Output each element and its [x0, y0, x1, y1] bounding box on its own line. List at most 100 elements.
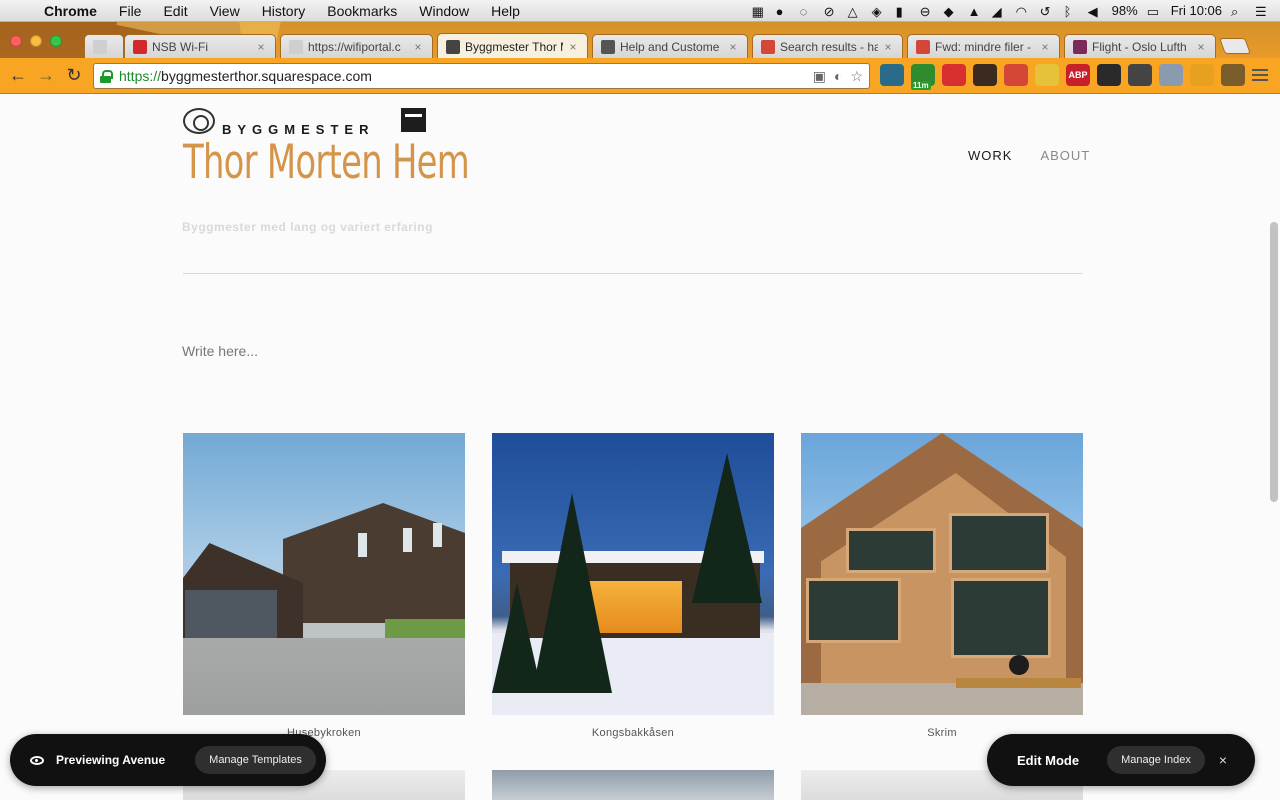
new-tab-button[interactable] [1219, 38, 1251, 54]
zoom-window-button[interactable] [50, 35, 62, 47]
time-machine-icon[interactable]: ↺ [1040, 4, 1055, 19]
burst-icon[interactable] [942, 64, 966, 86]
project-tile[interactable]: Husebykroken [183, 433, 465, 739]
notification-bell-icon[interactable]: ◢ [992, 4, 1007, 19]
project-tile[interactable]: Skrim [801, 433, 1083, 739]
grid-status-icon[interactable]: ▦ [752, 4, 767, 19]
circle-status-icon[interactable]: ● [776, 4, 791, 19]
tab-favicon-icon [289, 39, 303, 54]
bookmark-status-icon[interactable]: ▮ [896, 4, 911, 19]
close-window-button[interactable] [10, 35, 22, 47]
battery-icon[interactable]: ▭ [1147, 4, 1162, 19]
menu-help[interactable]: Help [480, 0, 531, 22]
window [806, 578, 901, 643]
bluetooth-icon[interactable]: ᛒ [1064, 4, 1079, 19]
close-icon[interactable]: × [1219, 752, 1227, 768]
tab-close-icon[interactable]: × [1195, 40, 1207, 54]
manage-index-button[interactable]: Manage Index [1107, 746, 1205, 774]
tab-favicon-icon [1073, 39, 1087, 54]
address-bar[interactable]: https:// byggmesterthor.squarespace.com … [93, 63, 870, 89]
project-tile[interactable] [492, 770, 774, 800]
browser-tab[interactable]: NSB Wi-Fi × [124, 34, 276, 58]
compass-status-icon[interactable]: ⊘ [824, 4, 839, 19]
tab-close-icon[interactable]: × [882, 40, 894, 54]
extensions-area: 11m ABP [880, 64, 1245, 90]
page-action-icon[interactable]: ▣ [813, 68, 826, 85]
project-thumbnail[interactable] [492, 770, 774, 800]
minimize-window-button[interactable] [30, 35, 42, 47]
lightbulb-icon[interactable]: ◐ [834, 68, 842, 85]
preview-label: Previewing Avenue [56, 753, 166, 767]
adblock-plus-icon[interactable]: ABP [1066, 64, 1090, 86]
volume-icon[interactable]: ◀ [1088, 4, 1103, 19]
tab-close-icon[interactable]: × [1039, 40, 1051, 54]
ghost-icon[interactable] [1159, 64, 1183, 86]
project-thumbnail[interactable] [492, 433, 774, 715]
browser-tab[interactable]: Flight - Oslo Lufth × [1064, 34, 1216, 58]
onepassword-icon[interactable] [880, 64, 904, 86]
dropbox-status-icon[interactable]: ◈ [872, 4, 887, 19]
project-tile[interactable]: Kongsbakkåsen [492, 433, 774, 739]
reload-button[interactable]: ↻ [60, 62, 88, 90]
back-button[interactable]: ← [4, 62, 32, 90]
browser-tab[interactable]: Byggmester Thor M × [437, 33, 588, 58]
browser-tab[interactable]: Help and Custome × [592, 34, 748, 58]
feed-icon[interactable] [1190, 64, 1214, 86]
browser-toolbar: ← → ↻ https:// byggmesterthor.squarespac… [0, 58, 1280, 94]
menu-window[interactable]: Window [408, 0, 480, 22]
picnic-table [956, 678, 1081, 688]
clock[interactable]: Fri 10:06 [1171, 3, 1222, 18]
page-scrollbar[interactable] [1270, 222, 1278, 502]
browser-tab[interactable]: Fwd: mindre filer - × [907, 34, 1060, 58]
project-thumbnail[interactable] [183, 433, 465, 715]
sync-status-icon[interactable]: ◌ [800, 4, 815, 19]
notification-center-icon[interactable]: ☰ [1255, 4, 1270, 19]
intro-text-block[interactable]: Write here... [182, 343, 258, 359]
nav-work[interactable]: WORK [968, 148, 1012, 163]
browser-tab[interactable]: https://wifiportal.c × [280, 34, 433, 58]
site-logo[interactable]: BYGGMESTER Thor Morten Hem [183, 108, 470, 188]
forward-button[interactable]: → [32, 62, 60, 90]
tab-close-icon[interactable]: × [567, 40, 579, 54]
green-dot-icon[interactable] [1097, 64, 1121, 86]
browser-tab[interactable]: Search results - ha × [752, 34, 903, 58]
evernote-status-icon[interactable]: ◆ [944, 4, 959, 19]
menu-app-name[interactable]: Chrome [40, 0, 108, 22]
url-scheme: https:// [119, 68, 162, 84]
menu-file[interactable]: File [108, 0, 153, 22]
menu-history[interactable]: History [251, 0, 317, 22]
gmail-icon[interactable] [1004, 64, 1028, 86]
minus-circle-status-icon[interactable]: ⊖ [920, 4, 935, 19]
window [358, 533, 367, 557]
battery-percent[interactable]: 98% [1112, 3, 1138, 18]
project-caption[interactable]: Kongsbakkåsen [492, 727, 774, 739]
menu-view[interactable]: View [199, 0, 251, 22]
spotlight-search-icon[interactable]: ⌕ [1231, 4, 1246, 19]
secure-lock-icon[interactable] [100, 69, 113, 83]
evernote-icon[interactable] [1128, 64, 1152, 86]
macos-menubar: Chrome File Edit View History Bookmarks … [0, 0, 1280, 22]
nav-about[interactable]: ABOUT [1040, 148, 1090, 163]
drive-status-icon[interactable]: △ [848, 4, 863, 19]
sun-icon[interactable] [1035, 64, 1059, 86]
tab-favicon-icon [761, 39, 775, 54]
fox-icon[interactable] [973, 64, 997, 86]
menu-bookmarks[interactable]: Bookmarks [316, 0, 408, 22]
pocket-icon[interactable] [1221, 64, 1245, 86]
tab-close-icon[interactable]: × [727, 40, 739, 54]
wifi-icon[interactable]: ◠ [1016, 4, 1031, 19]
tab-close-icon[interactable]: × [412, 40, 424, 54]
tab-close-icon[interactable]: × [255, 40, 267, 54]
edit-mode-label[interactable]: Edit Mode [1017, 753, 1079, 768]
hat-status-icon[interactable]: ▲ [968, 4, 983, 19]
chrome-menu-icon[interactable] [1252, 69, 1268, 84]
browser-tab[interactable] [84, 34, 124, 58]
driveway [183, 638, 465, 715]
manage-templates-button[interactable]: Manage Templates [195, 746, 316, 774]
menu-edit[interactable]: Edit [152, 0, 198, 22]
bookmark-star-icon[interactable]: ☆ [850, 68, 863, 85]
timer-extension-icon[interactable]: 11m [911, 64, 935, 90]
site-nav: WORK ABOUT [968, 148, 1090, 163]
web-page: BYGGMESTER Thor Morten Hem WORK ABOUT By… [0, 94, 1280, 800]
project-thumbnail[interactable] [801, 433, 1083, 715]
